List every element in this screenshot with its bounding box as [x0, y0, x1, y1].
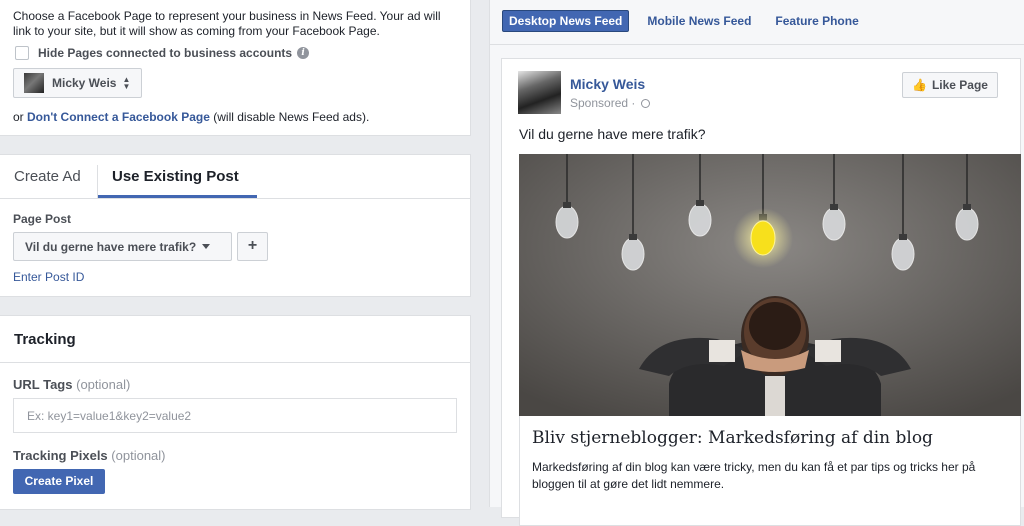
url-tags-input[interactable]: [13, 398, 457, 433]
tracking-title: Tracking: [14, 331, 76, 348]
tab-create-ad[interactable]: Create Ad: [14, 168, 81, 185]
sponsored-label: Sponsored ·: [570, 96, 636, 110]
page-selector-name: Micky Weis: [52, 76, 117, 90]
preview-tabs: Desktop News Feed Mobile News Feed Featu…: [502, 10, 877, 32]
post-image[interactable]: [519, 154, 1021, 416]
url-tags-label-text: URL Tags: [13, 377, 73, 392]
tab-divider: [97, 165, 98, 198]
add-post-button[interactable]: +: [237, 232, 268, 261]
tracking-pixels-optional: (optional): [111, 448, 166, 463]
link-title[interactable]: Bliv stjerneblogger: Markedsføring af di…: [532, 428, 933, 448]
thumbs-up-icon: 👍: [912, 78, 927, 92]
page-selection-card: Choose a Facebook Page to represent your…: [0, 0, 471, 136]
link-description: Markedsføring af din blog kan være trick…: [532, 460, 976, 491]
hide-pages-checkbox[interactable]: [15, 46, 29, 60]
like-page-label: Like Page: [931, 78, 988, 92]
url-tags-optional: (optional): [76, 377, 131, 392]
like-page-button[interactable]: 👍 Like Page: [902, 72, 998, 98]
create-pixel-button[interactable]: Create Pixel: [13, 469, 105, 494]
updown-arrows-icon: ▲ ▼: [122, 75, 131, 91]
page-post-label: Page Post: [13, 212, 72, 226]
tab-mobile-news-feed[interactable]: Mobile News Feed: [641, 11, 757, 31]
chevron-down-icon: [202, 244, 211, 249]
tracking-card: Tracking URL Tags (optional) Tracking Pi…: [0, 315, 471, 510]
hide-pages-row[interactable]: Hide Pages connected to business account…: [15, 46, 310, 60]
ad-source-card: Create Ad Use Existing Post Page Post Vi…: [0, 154, 471, 297]
tab-use-existing-post[interactable]: Use Existing Post: [112, 168, 239, 185]
ad-tabs: Create Ad Use Existing Post: [0, 155, 470, 199]
tab-feature-phone[interactable]: Feature Phone: [769, 11, 864, 31]
lightbulbs-man-illustration: [519, 154, 1021, 416]
tab-desktop-news-feed[interactable]: Desktop News Feed: [502, 10, 630, 32]
preview-post: Micky Weis Sponsored · 👍 Like Page Vil d…: [501, 58, 1021, 526]
link-preview[interactable]: Bliv stjerneblogger: Markedsføring af di…: [519, 416, 1021, 526]
ad-preview-panel: Desktop News Feed Mobile News Feed Featu…: [489, 0, 1024, 526]
page-selector[interactable]: Micky Weis ▲ ▼: [13, 68, 142, 98]
dont-connect-page-link[interactable]: Don't Connect a Facebook Page: [27, 110, 210, 124]
disconnect-line: or Don't Connect a Facebook Page (will d…: [13, 110, 369, 124]
globe-icon: [641, 98, 651, 108]
active-tab-indicator: [98, 195, 257, 198]
divider: [490, 44, 1024, 45]
page-post-select[interactable]: Vil du gerne have mere trafik?: [13, 232, 232, 261]
avatar[interactable]: [518, 71, 561, 114]
page-post-selected: Vil du gerne have mere trafik?: [25, 239, 197, 254]
tracking-pixels-label-text: Tracking Pixels: [13, 448, 108, 463]
info-icon[interactable]: i: [297, 47, 310, 59]
avatar: [24, 73, 44, 93]
disconnect-prefix: or: [13, 110, 24, 124]
post-meta: Sponsored ·: [570, 96, 651, 110]
tracking-pixels-label: Tracking Pixels (optional): [13, 448, 166, 463]
enter-post-id-link[interactable]: Enter Post ID: [13, 270, 84, 284]
post-page-name[interactable]: Micky Weis: [570, 76, 645, 92]
divider: [0, 362, 470, 363]
hide-pages-label: Hide Pages connected to business account…: [38, 46, 293, 60]
post-text: Vil du gerne have mere trafik?: [519, 126, 706, 142]
disconnect-suffix: (will disable News Feed ads).: [213, 110, 370, 124]
url-tags-label: URL Tags (optional): [13, 377, 130, 392]
page-description: Choose a Facebook Page to represent your…: [13, 9, 441, 38]
